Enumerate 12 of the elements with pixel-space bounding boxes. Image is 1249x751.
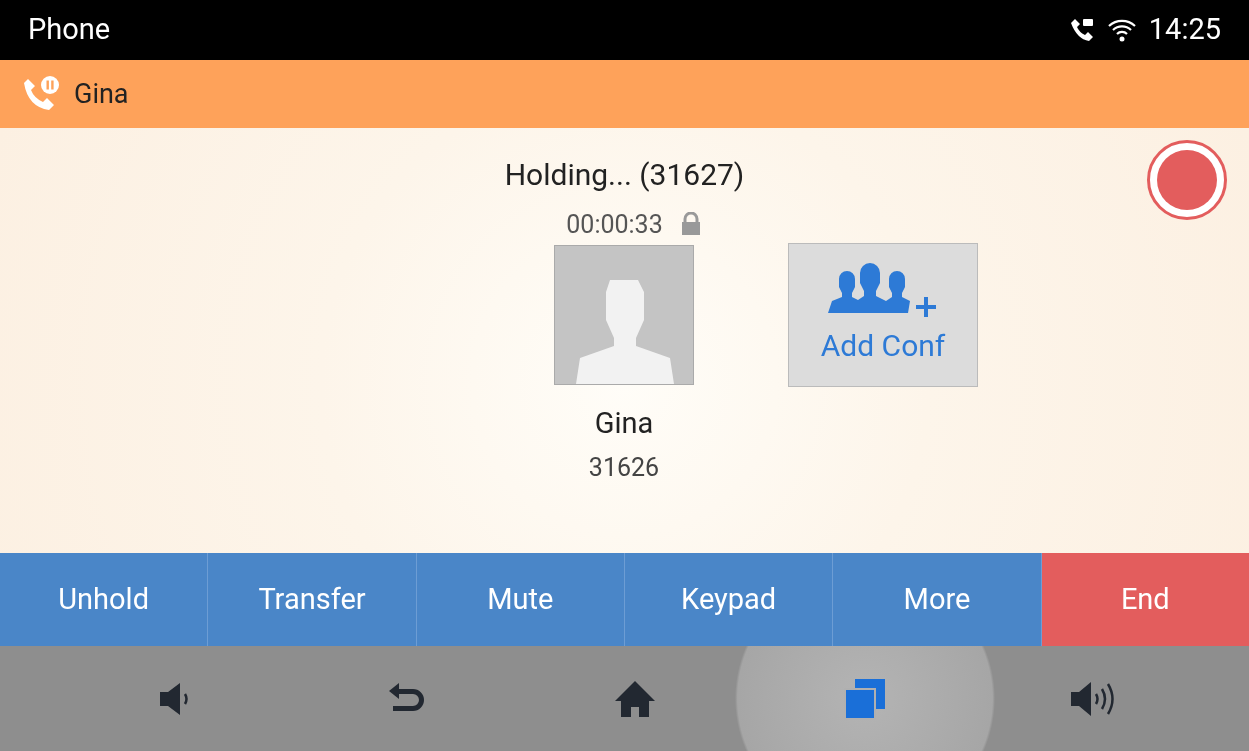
caller-name: Gina xyxy=(74,76,129,112)
call-status-icon xyxy=(1068,17,1095,43)
contact-name: Gina xyxy=(594,405,654,442)
record-icon xyxy=(1157,150,1217,210)
clock: 14:25 xyxy=(1148,11,1221,49)
action-button[interactable]: End xyxy=(1041,553,1249,646)
contact-number: 31626 xyxy=(588,452,660,485)
call-duration: 00:00:33 xyxy=(566,208,663,241)
add-conference-button[interactable]: Add Conf xyxy=(788,243,978,387)
app-title: Phone xyxy=(28,11,111,49)
call-status: Holding... (31627) xyxy=(504,156,745,194)
wifi-icon xyxy=(1106,17,1137,43)
